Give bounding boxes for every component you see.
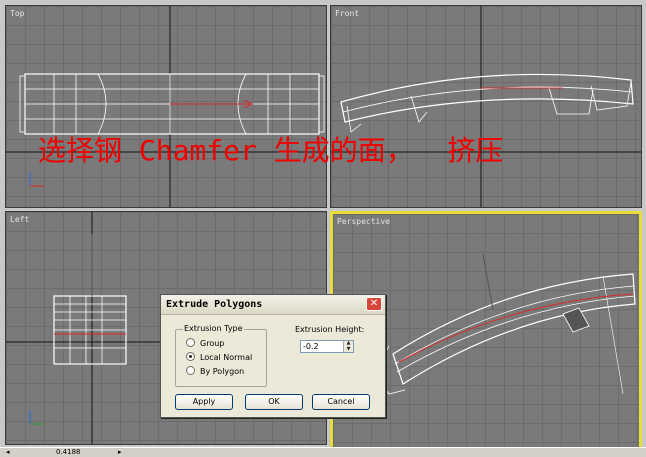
viewport-top[interactable]: Top	[5, 5, 327, 208]
radio-group[interactable]: Group	[186, 338, 224, 348]
radio-by-polygon[interactable]: By Polygon	[186, 366, 244, 376]
top-wireframe	[6, 6, 326, 207]
front-wireframe	[331, 6, 641, 207]
viewport-label[interactable]: Left	[10, 215, 29, 224]
close-icon: ✕	[369, 298, 379, 309]
spinner-arrows[interactable]: ▲ ▼	[343, 341, 353, 352]
dialog-titlebar[interactable]: Extrude Polygons ✕	[161, 295, 385, 315]
extrusion-height-spinner[interactable]: ▲ ▼	[300, 340, 354, 353]
status-arrow-icon[interactable]: ◂	[6, 448, 10, 456]
cancel-button[interactable]: Cancel	[312, 394, 370, 410]
radio-label: Local Normal	[200, 353, 253, 362]
close-button[interactable]: ✕	[366, 297, 382, 311]
viewport-label[interactable]: Top	[10, 9, 24, 18]
viewport-front[interactable]: Front	[330, 5, 642, 208]
apply-button[interactable]: Apply	[175, 394, 233, 410]
extrude-polygons-dialog: Extrude Polygons ✕ Extrusion Type Group …	[160, 294, 386, 418]
radio-label: By Polygon	[200, 367, 245, 376]
radio-label: Group	[200, 339, 225, 348]
status-arrow-icon[interactable]: ▸	[118, 448, 122, 456]
radio-button[interactable]	[186, 366, 195, 375]
radio-button[interactable]	[186, 338, 195, 347]
radio-button-selected[interactable]	[186, 352, 195, 361]
spin-down-icon[interactable]: ▼	[344, 347, 353, 352]
viewport-label[interactable]: Front	[335, 9, 359, 18]
radio-local-normal[interactable]: Local Normal	[186, 352, 252, 362]
extrusion-height-input[interactable]	[303, 341, 341, 352]
overlay-caption: 选择钢 Chamfer 生成的面， 挤压	[38, 134, 504, 167]
status-value: 0.4188	[56, 448, 81, 456]
group-title: Extrusion Type	[183, 324, 244, 333]
ok-button[interactable]: OK	[245, 394, 303, 410]
dialog-title: Extrude Polygons	[166, 299, 263, 310]
viewport-label[interactable]: Perspective	[337, 217, 390, 226]
extrusion-type-group: Extrusion Type Group Local Normal By Pol…	[175, 324, 267, 387]
extrusion-height-label: Extrusion Height:	[295, 325, 365, 334]
